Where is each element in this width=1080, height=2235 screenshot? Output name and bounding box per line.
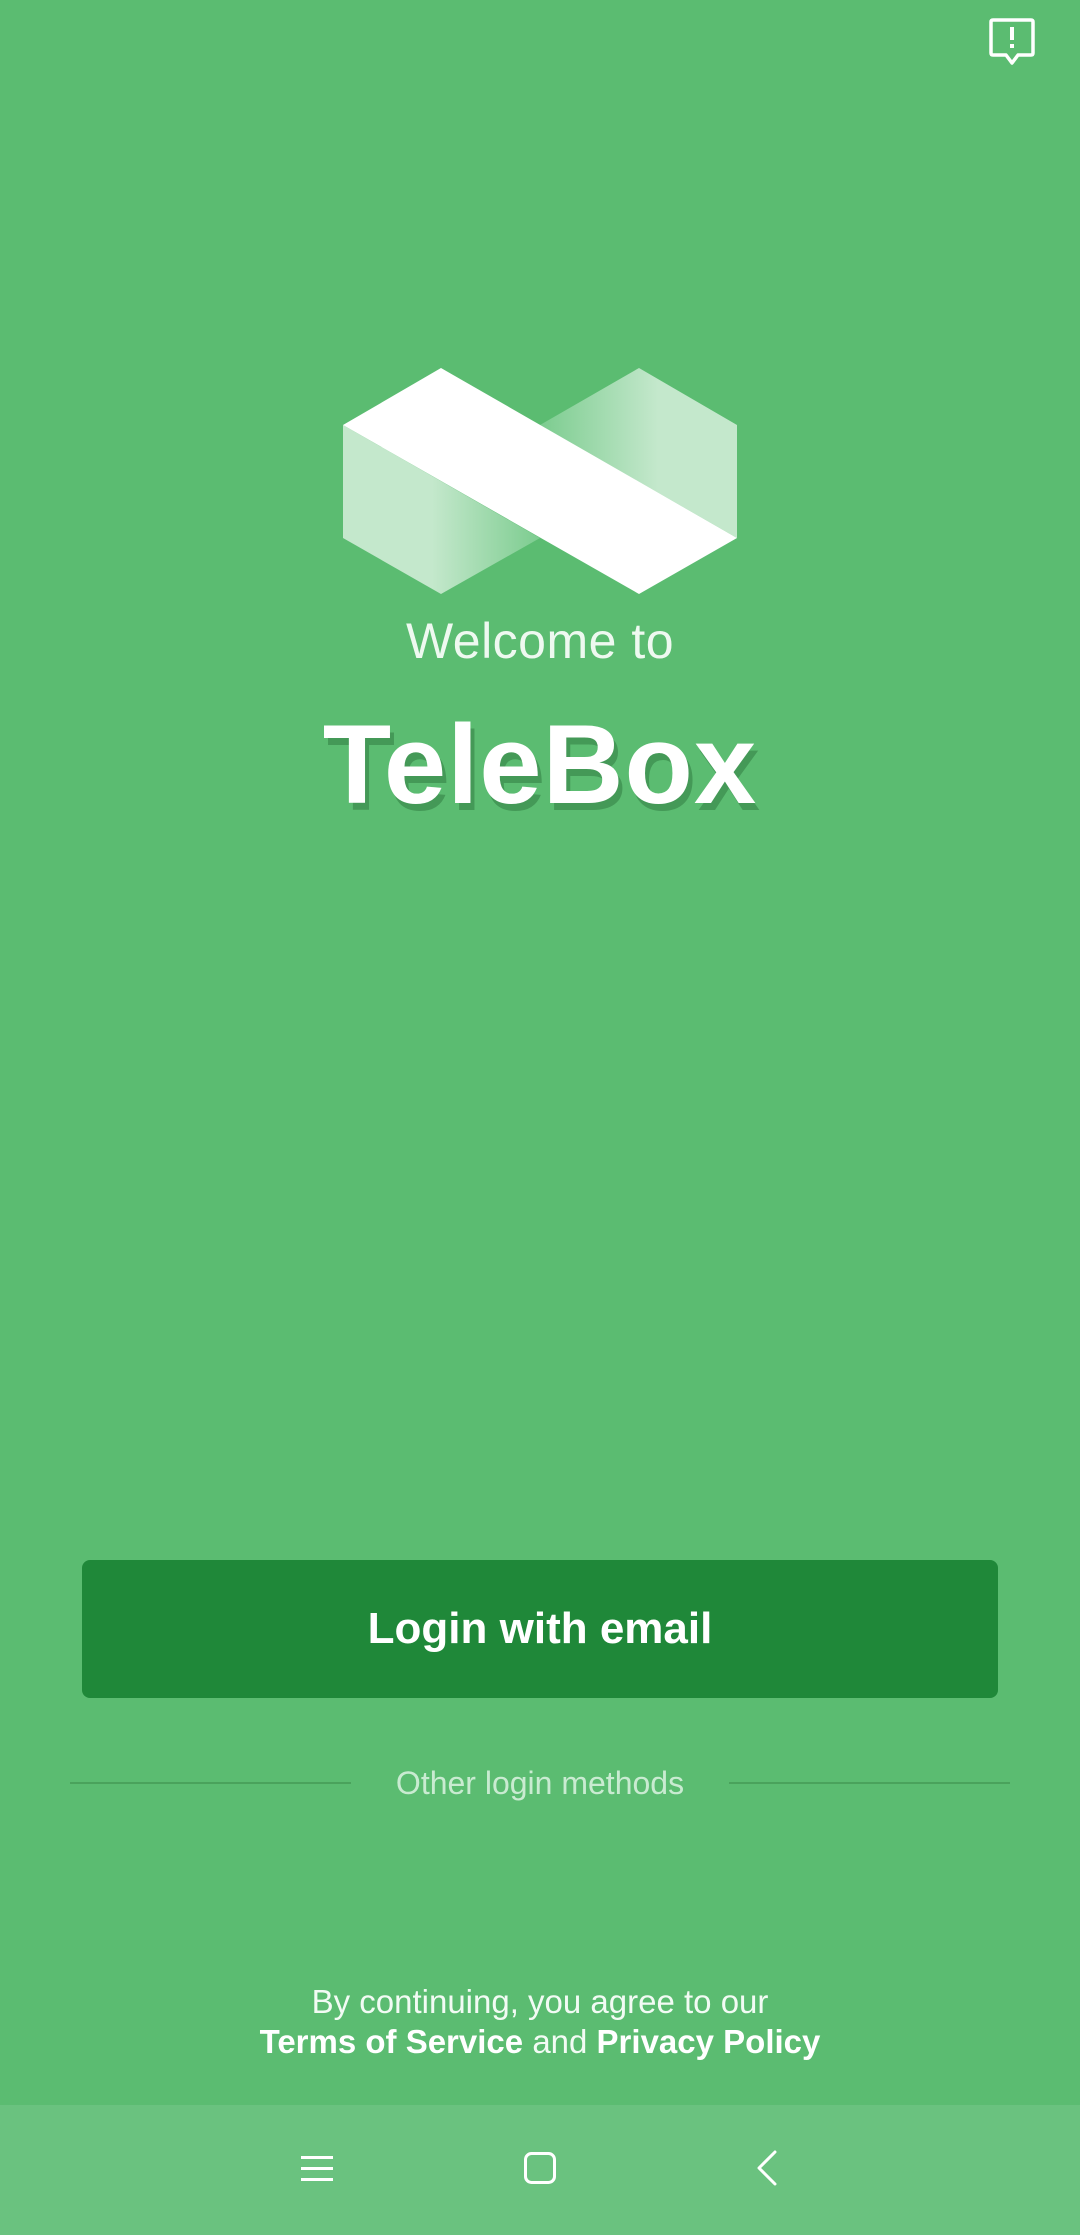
- terms-of-service-link[interactable]: Terms of Service: [260, 2023, 524, 2060]
- nav-back-button[interactable]: [732, 2135, 802, 2205]
- back-icon: [755, 2149, 779, 2192]
- system-navigation-bar: [0, 2105, 1080, 2235]
- home-icon: [523, 2151, 557, 2190]
- welcome-text: Welcome to: [405, 613, 675, 669]
- legal-links-line: Terms of Service and Privacy Policy: [0, 2022, 1080, 2062]
- divider-left: [70, 1782, 351, 1784]
- feedback-icon: [988, 17, 1036, 72]
- brand-name: TeleBox: [322, 702, 758, 827]
- divider-right: [729, 1782, 1010, 1784]
- legal-prefix: By continuing, you agree to our: [311, 1983, 769, 2020]
- legal-notice: By continuing, you agree to our Terms of…: [0, 1982, 1080, 2062]
- legal-conjunction: and: [532, 2023, 588, 2060]
- menu-icon: [300, 2153, 334, 2188]
- privacy-policy-link[interactable]: Privacy Policy: [597, 2023, 821, 2060]
- other-login-methods-link[interactable]: Other login methods: [351, 1765, 729, 1802]
- other-login-row: Other login methods: [70, 1758, 1010, 1808]
- telebox-logo: [343, 368, 737, 594]
- feedback-button[interactable]: [984, 16, 1040, 72]
- nav-menu-button[interactable]: [282, 2135, 352, 2205]
- login-with-email-button[interactable]: Login with email: [82, 1560, 998, 1698]
- nav-home-button[interactable]: [505, 2135, 575, 2205]
